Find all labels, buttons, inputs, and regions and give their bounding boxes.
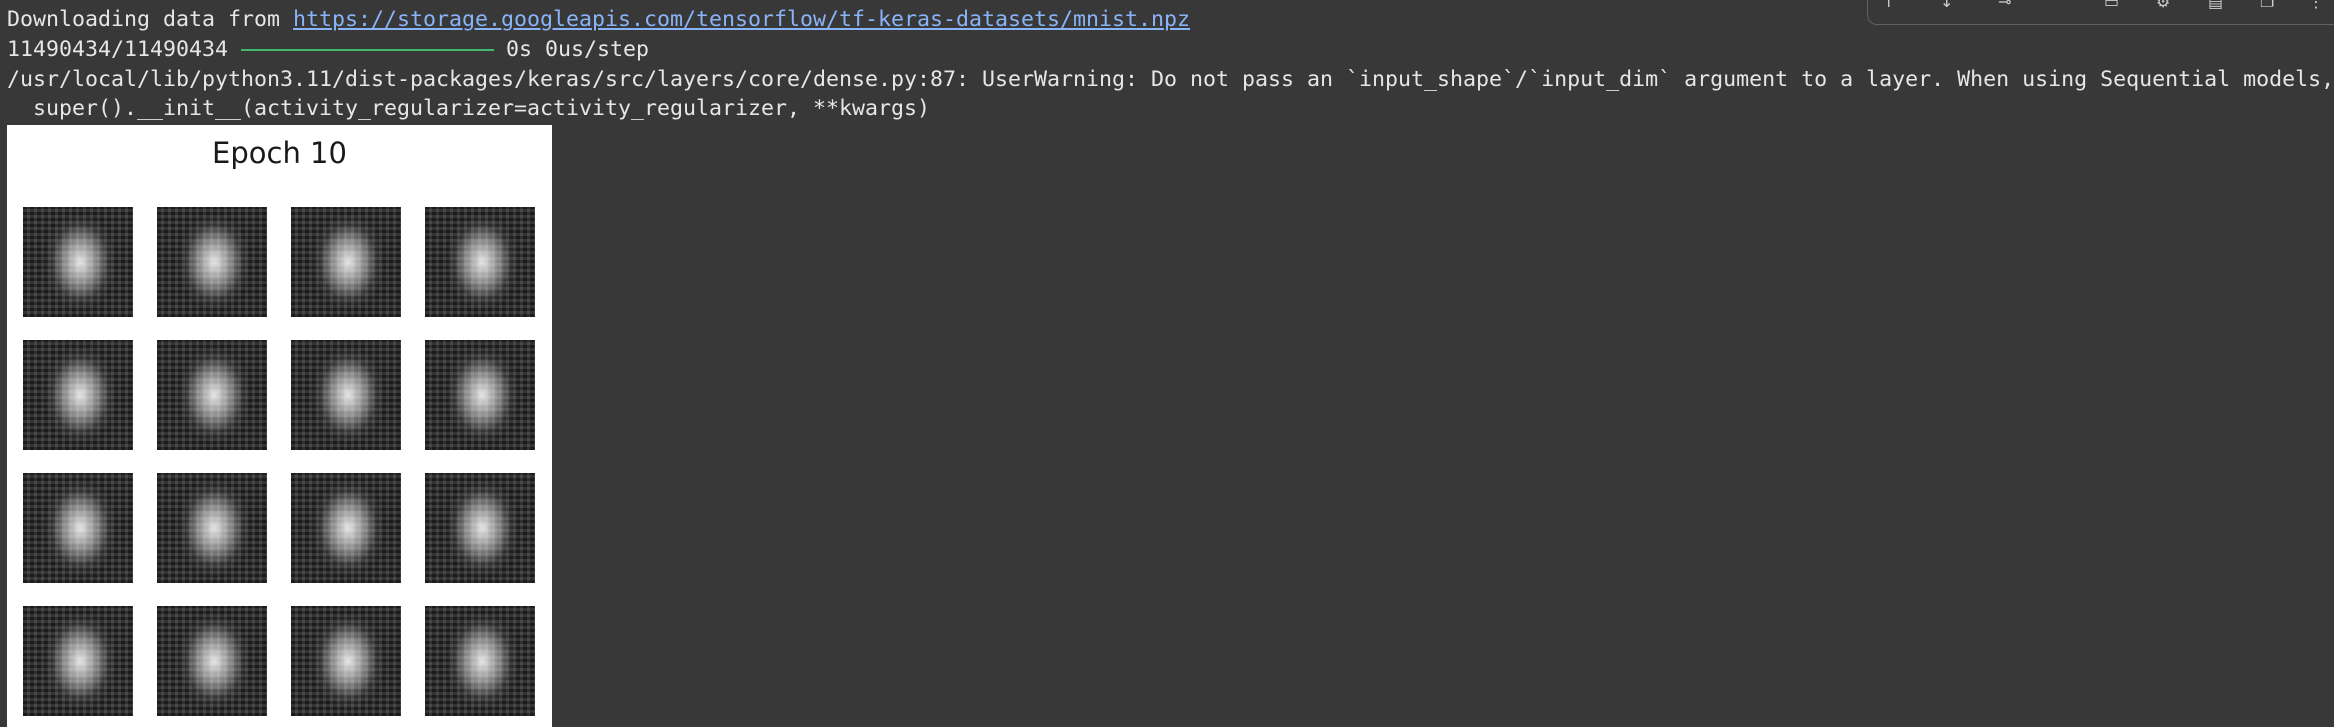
download-line: Downloading data from https://storage.go… [7,6,1190,34]
generated-image [23,207,133,317]
progress-line: 11490434/11490434 0s 0us/step [7,36,649,64]
generated-image [291,207,401,317]
generated-image [157,207,267,317]
generated-image [157,606,267,716]
generated-image [157,340,267,450]
figure-title: Epoch 10 [212,136,347,170]
generated-image [425,606,535,716]
download-link[interactable]: https://storage.googleapis.com/tensorflo… [293,7,1190,32]
generated-image [23,340,133,450]
generated-image [425,340,535,450]
generated-image [425,207,535,317]
progress-counts: 11490434/11490434 [7,37,229,62]
download-prefix: Downloading data from [7,7,294,32]
cell-output: Downloading data from https://storage.go… [0,0,2334,727]
generated-images-figure: Epoch 10 [7,125,552,727]
generated-image [291,473,401,583]
image-grid [23,207,543,727]
progress-bar [241,49,495,51]
generated-image [291,606,401,716]
warning-line: /usr/local/lib/python3.11/dist-packages/… [7,67,2334,92]
generated-image [291,340,401,450]
generated-image [23,606,133,716]
progress-timing: 0s 0us/step [506,37,650,62]
super-call-line: super().__init__(activity_regularizer=ac… [7,96,931,121]
generated-image [425,473,535,583]
generated-image [157,473,267,583]
generated-image [23,473,133,583]
